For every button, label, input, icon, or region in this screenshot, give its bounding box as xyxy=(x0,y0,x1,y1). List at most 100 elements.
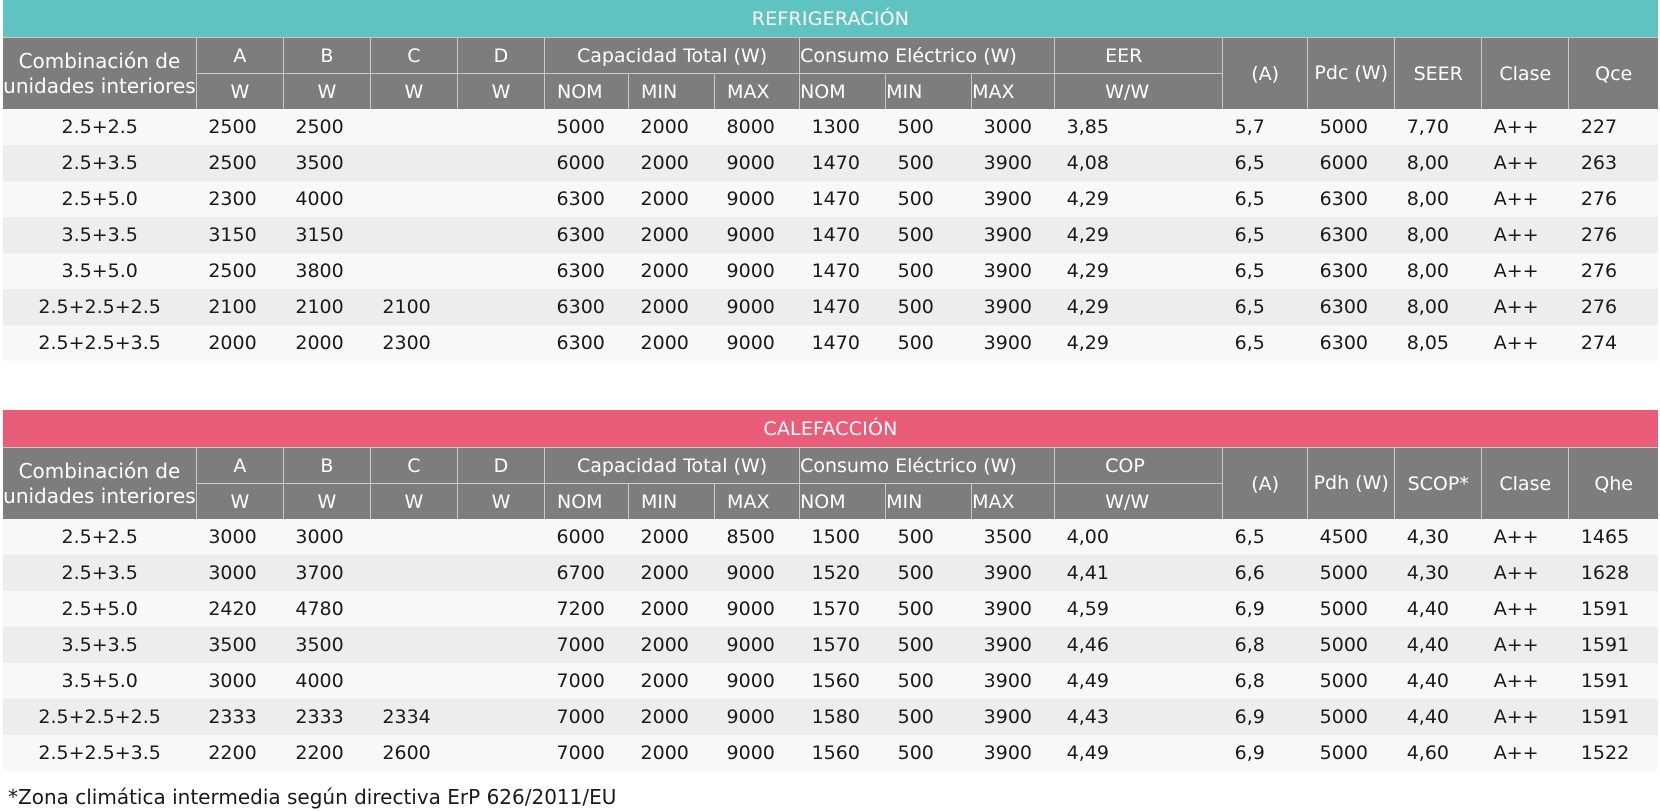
header-combination: Combinación de unidades interiores xyxy=(3,37,197,109)
cell-seasonal: 8,00 xyxy=(1394,217,1482,253)
cell-cons-nom: 1470 xyxy=(799,217,886,253)
cell-combination: 3.5+5.0 xyxy=(3,253,197,289)
cell-unit-c xyxy=(370,217,458,253)
cell-combination: 3.5+5.0 xyxy=(3,663,197,699)
cell-cons-min: 500 xyxy=(885,217,972,253)
header-cons-max: MAX xyxy=(971,73,1055,109)
header-consumption: Consumo Eléctrico (W) xyxy=(799,447,1055,484)
cell-cap-max: 9000 xyxy=(714,627,800,663)
cell-p-design: 6300 xyxy=(1307,181,1395,217)
cell-cons-min: 500 xyxy=(885,627,972,663)
cell-amps: 6,5 xyxy=(1222,519,1308,555)
cell-unit-a: 2500 xyxy=(196,145,284,181)
header-cons-nom: NOM xyxy=(799,483,886,519)
cell-cap-nom: 6000 xyxy=(544,145,629,181)
cell-unit-c xyxy=(370,253,458,289)
cell-cons-max: 3900 xyxy=(971,555,1055,591)
table-row: 2.5+2.5 2500 2500 5000 2000 8000 1300 500 3000 3,… xyxy=(3,109,1658,145)
cell-amps: 6,5 xyxy=(1222,289,1308,325)
header-cap-nom: NOM xyxy=(544,73,629,109)
cell-cap-nom: 7200 xyxy=(544,591,629,627)
header-pdh: Pdh (W) xyxy=(1307,447,1395,519)
cell-unit-b: 3500 xyxy=(283,145,371,181)
cell-unit-b: 3700 xyxy=(283,555,371,591)
cell-p-design: 6300 xyxy=(1307,325,1395,361)
cell-unit-d xyxy=(457,627,545,663)
cell-combination: 2.5+2.5+2.5 xyxy=(3,699,197,735)
cell-ratio: 3,85 xyxy=(1054,109,1223,145)
cell-unit-c xyxy=(370,145,458,181)
header-clase: Clase xyxy=(1481,447,1569,519)
cell-unit-a: 2500 xyxy=(196,109,284,145)
header-b: B xyxy=(282,447,371,484)
cell-cons-nom: 1520 xyxy=(799,555,886,591)
cell-cons-min: 500 xyxy=(885,699,972,735)
cell-seasonal: 8,05 xyxy=(1394,325,1482,361)
cell-cap-min: 2000 xyxy=(628,109,715,145)
cell-clase: A++ xyxy=(1481,289,1569,325)
cell-cons-max: 3000 xyxy=(971,109,1055,145)
cell-cons-nom: 1500 xyxy=(799,519,886,555)
calefaccion-header: Combinación de unidades interiores A B C… xyxy=(3,447,1658,519)
header-amps: (A) xyxy=(1222,447,1308,519)
cell-clase: A++ xyxy=(1481,181,1569,217)
cell-seasonal: 8,00 xyxy=(1394,145,1482,181)
cell-cons-max: 3900 xyxy=(971,699,1055,735)
cell-p-design: 5000 xyxy=(1307,591,1395,627)
cell-ratio: 4,29 xyxy=(1054,253,1223,289)
cell-clase: A++ xyxy=(1481,325,1569,361)
cell-seasonal: 4,30 xyxy=(1394,555,1482,591)
cell-q: 276 xyxy=(1568,253,1658,289)
cell-seasonal: 4,60 xyxy=(1394,735,1482,771)
cell-cons-max: 3900 xyxy=(971,591,1055,627)
cell-q: 1628 xyxy=(1568,555,1658,591)
cell-cap-max: 9000 xyxy=(714,253,800,289)
cell-unit-d xyxy=(457,109,545,145)
cell-combination: 2.5+3.5 xyxy=(3,555,197,591)
cell-cap-min: 2000 xyxy=(628,325,715,361)
cell-cons-min: 500 xyxy=(885,519,972,555)
cell-p-design: 5000 xyxy=(1307,735,1395,771)
cell-cap-nom: 6300 xyxy=(544,217,629,253)
cell-unit-c: 2600 xyxy=(370,735,458,771)
cell-cons-max: 3500 xyxy=(971,519,1055,555)
cell-unit-b: 2100 xyxy=(283,289,371,325)
cell-cons-max: 3900 xyxy=(971,145,1055,181)
cell-cap-min: 2000 xyxy=(628,519,715,555)
cell-combination: 3.5+3.5 xyxy=(3,627,197,663)
cell-unit-b: 3150 xyxy=(283,217,371,253)
cell-seasonal: 7,70 xyxy=(1394,109,1482,145)
header-cons-nom: NOM xyxy=(799,73,886,109)
table-row: 2.5+2.5+3.5 2000 2000 2300 6300 2000 9000 1470 5… xyxy=(3,325,1658,361)
header-b: B xyxy=(282,37,371,74)
cell-combination: 2.5+3.5 xyxy=(3,145,197,181)
table-row: 2.5+2.5+3.5 2200 2200 2600 7000 2000 9000 1560 5… xyxy=(3,735,1658,771)
header-clase: Clase xyxy=(1481,37,1569,109)
cell-q: 276 xyxy=(1568,217,1658,253)
header-eer-unit: W/W xyxy=(1054,73,1223,109)
table-row: 2.5+3.5 2500 3500 6000 2000 9000 1470 500 3900 4,… xyxy=(3,145,1658,181)
cell-cap-nom: 6300 xyxy=(544,253,629,289)
cell-amps: 6,9 xyxy=(1222,591,1308,627)
cell-cap-min: 2000 xyxy=(628,627,715,663)
cell-cap-max: 9000 xyxy=(714,699,800,735)
header-pdc: Pdc (W) xyxy=(1307,37,1395,109)
cell-p-design: 6300 xyxy=(1307,289,1395,325)
cell-unit-d xyxy=(457,555,545,591)
cell-unit-b: 3800 xyxy=(283,253,371,289)
table-row: 3.5+3.5 3500 3500 7000 2000 9000 1570 500 3900 4,… xyxy=(3,627,1658,663)
cell-unit-d xyxy=(457,591,545,627)
cell-cap-max: 9000 xyxy=(714,289,800,325)
cell-ratio: 4,49 xyxy=(1054,663,1223,699)
header-b-unit: W xyxy=(282,73,371,109)
cell-combination: 2.5+2.5+2.5 xyxy=(3,289,197,325)
cell-q: 1591 xyxy=(1568,591,1658,627)
cell-cap-nom: 6700 xyxy=(544,555,629,591)
cell-clase: A++ xyxy=(1481,519,1569,555)
table-row: 3.5+5.0 2500 3800 6300 2000 9000 1470 500 3900 4,… xyxy=(3,253,1658,289)
calefaccion-body: 2.5+2.5 3000 3000 6000 2000 8500 1500 500 3500 4,… xyxy=(3,519,1658,771)
header-cons-max: MAX xyxy=(971,483,1055,519)
cell-p-design: 6300 xyxy=(1307,253,1395,289)
cell-cap-nom: 7000 xyxy=(544,663,629,699)
cell-unit-d xyxy=(457,217,545,253)
